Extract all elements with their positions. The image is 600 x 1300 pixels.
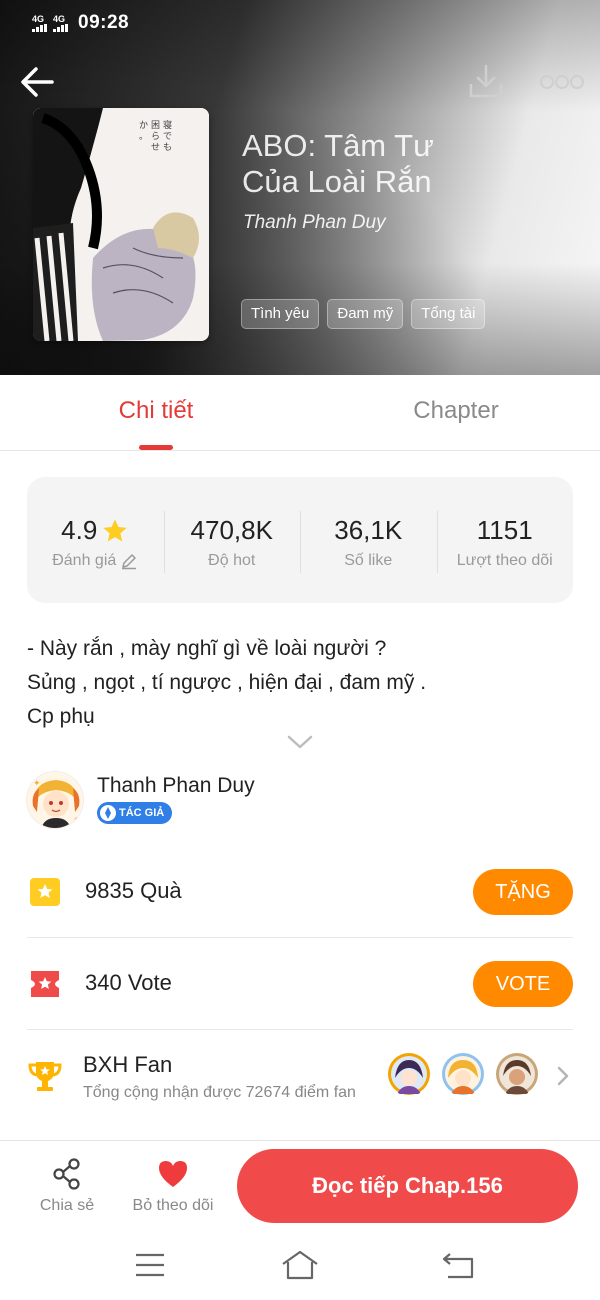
svg-text:で: で bbox=[163, 132, 172, 142]
expand-description-button[interactable] bbox=[286, 732, 314, 752]
svg-text:✦: ✦ bbox=[33, 778, 41, 788]
stats-card: 4.9 Đánh giá 470,8K Độ hot 36,1K Số like… bbox=[27, 477, 573, 603]
gift-count: 9835 bbox=[85, 878, 134, 903]
hot-value: 470,8K bbox=[190, 515, 273, 545]
description-line: Cp phụ bbox=[27, 705, 95, 728]
signal-indicator-1: 4G bbox=[32, 13, 47, 32]
give-gift-button[interactable]: TẶNG bbox=[473, 869, 573, 915]
comic-cover-image: 寝でも 困らせ か。 bbox=[33, 108, 209, 341]
fan-avatar[interactable] bbox=[495, 1052, 539, 1096]
fan-ranking-row[interactable]: BXH Fan Tổng cộng nhận được 72674 điểm f… bbox=[27, 1030, 573, 1140]
clock: 09:28 bbox=[78, 12, 130, 33]
menu-icon[interactable] bbox=[130, 1248, 170, 1282]
svg-text:ら: ら bbox=[151, 131, 160, 142]
description-line: - Này rắn , mày nghĩ gì về loài người ? bbox=[27, 637, 387, 660]
comic-description: - Này rắn , mày nghĩ gì về loài người ? … bbox=[27, 632, 573, 734]
comic-author: Thanh Phan Duy bbox=[243, 212, 386, 233]
status-bar: 4G 4G 09:28 bbox=[32, 12, 129, 34]
svg-text:か: か bbox=[139, 120, 148, 131]
vote-row: 340 Vote VOTE bbox=[27, 938, 573, 1030]
heart-icon bbox=[159, 1161, 187, 1187]
signal-bars-icon bbox=[32, 23, 47, 32]
svg-text:。: 。 bbox=[139, 132, 148, 142]
stat-rating[interactable]: 4.9 Đánh giá bbox=[27, 477, 164, 603]
svg-text:✦: ✦ bbox=[73, 815, 80, 824]
author-name[interactable]: Thanh Phan Duy bbox=[97, 774, 255, 798]
author-badge-icon bbox=[100, 805, 116, 821]
network-type-label: 4G bbox=[32, 13, 45, 24]
continue-reading-button[interactable]: Đọc tiếp Chap.156 bbox=[237, 1149, 578, 1223]
followers-label: Lượt theo dõi bbox=[456, 552, 553, 569]
genre-tags: Tình yêu Đam mỹ Tổng tài bbox=[241, 299, 486, 329]
edit-icon bbox=[122, 554, 137, 570]
more-icon bbox=[540, 75, 584, 89]
tab-chapter[interactable]: Chapter bbox=[356, 397, 556, 425]
rating-label: Đánh giá bbox=[52, 552, 117, 569]
tag-bl[interactable]: Đam mỹ bbox=[327, 299, 404, 329]
stat-followers: 1151 Lượt theo dõi bbox=[436, 477, 574, 603]
fan-ranking-subtitle: Tổng cộng nhận được 72674 điểm fan bbox=[83, 1084, 356, 1101]
vote-count: 340 bbox=[85, 970, 122, 995]
share-icon bbox=[53, 1158, 80, 1190]
signal-indicator-2: 4G bbox=[53, 13, 68, 32]
svg-text:困: 困 bbox=[151, 120, 160, 131]
comic-title: ABO: Tâm Tư Của Loài Rắn bbox=[242, 128, 434, 199]
svg-text:も: も bbox=[163, 142, 172, 153]
unfollow-label: Bỏ theo dõi bbox=[132, 1197, 214, 1214]
star-icon bbox=[103, 518, 127, 541]
back-arrow-icon bbox=[21, 67, 54, 97]
share-label: Chia sẻ bbox=[39, 1197, 95, 1214]
chevron-right-icon bbox=[557, 1066, 569, 1086]
active-tab-indicator bbox=[139, 445, 173, 450]
stat-hot: 470,8K Độ hot bbox=[163, 477, 301, 603]
tag-ceo[interactable]: Tổng tài bbox=[411, 299, 486, 329]
followers-value: 1151 bbox=[476, 515, 533, 545]
comic-header: 4G 4G 09:28 寝 で も 困 ら せ か 。 ABO: Tâm Tư … bbox=[0, 0, 600, 375]
gift-row: 9835 Quà TẶNG bbox=[27, 846, 573, 938]
trophy-icon bbox=[28, 1062, 62, 1091]
likes-label: Số like bbox=[344, 552, 393, 569]
fan-avatar[interactable] bbox=[441, 1052, 485, 1096]
tab-bar: Chi tiết Chapter bbox=[0, 375, 600, 451]
signal-bars-icon bbox=[53, 23, 68, 32]
gift-icon bbox=[30, 878, 60, 906]
system-navigation-bar bbox=[0, 1232, 600, 1300]
ticket-icon bbox=[31, 971, 59, 997]
stat-likes: 36,1K Số like bbox=[300, 477, 437, 603]
return-icon[interactable] bbox=[438, 1248, 478, 1282]
fan-avatar[interactable] bbox=[387, 1052, 431, 1096]
author-badge-label: TÁC GIẢ bbox=[119, 807, 165, 819]
more-options-button[interactable] bbox=[538, 70, 586, 94]
back-button[interactable] bbox=[18, 62, 58, 102]
vote-label: Vote bbox=[127, 970, 172, 995]
network-type-label: 4G bbox=[53, 13, 66, 24]
gift-label: Quà bbox=[140, 878, 182, 903]
download-icon bbox=[469, 64, 503, 98]
top-fans bbox=[387, 1052, 539, 1096]
description-line: Sủng , ngọt , tí ngược , hiện đại , đam … bbox=[27, 671, 427, 694]
fan-ranking-title: BXH Fan bbox=[83, 1052, 173, 1077]
download-button[interactable] bbox=[466, 62, 506, 102]
share-button[interactable]: Chia sẻ bbox=[22, 1157, 112, 1215]
author-avatar[interactable]: ✦ ✦ bbox=[26, 771, 84, 829]
author-badge: TÁC GIẢ bbox=[97, 802, 173, 824]
home-icon[interactable] bbox=[280, 1248, 320, 1282]
unfollow-button[interactable]: Bỏ theo dõi bbox=[128, 1157, 218, 1215]
svg-text:せ: せ bbox=[151, 142, 160, 153]
likes-value: 36,1K bbox=[334, 515, 403, 545]
tab-details[interactable]: Chi tiết bbox=[56, 397, 256, 425]
hot-label: Độ hot bbox=[208, 552, 256, 569]
chevron-down-icon bbox=[287, 735, 313, 749]
vote-button[interactable]: VOTE bbox=[473, 961, 573, 1007]
bottom-action-bar: Chia sẻ Bỏ theo dõi Đọc tiếp Chap.156 bbox=[0, 1140, 600, 1232]
svg-text:寝: 寝 bbox=[163, 119, 172, 131]
tag-romance[interactable]: Tình yêu bbox=[241, 299, 320, 329]
rating-value: 4.9 bbox=[61, 515, 98, 545]
